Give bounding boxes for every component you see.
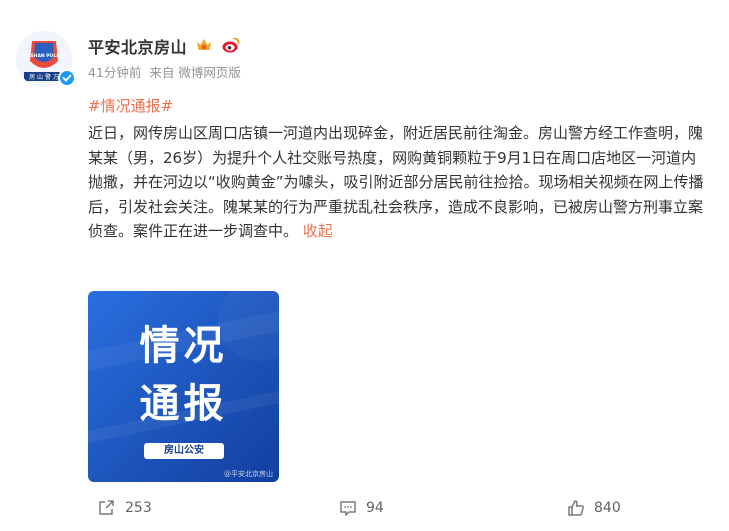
like-count: 840 [594, 500, 621, 516]
post-time[interactable]: 41分钟前 [88, 65, 141, 80]
repost-count: 253 [125, 500, 152, 516]
thumbs-up-icon [568, 500, 584, 516]
verified-badge-icon [58, 69, 76, 87]
svg-text:房 山 警 方: 房 山 警 方 [29, 73, 59, 81]
comment-count: 94 [366, 500, 384, 516]
crown-badge-icon[interactable] [195, 36, 213, 54]
hashtag-link[interactable]: #情况通报# [88, 95, 173, 116]
image-watermark: @平安北京房山 [224, 470, 273, 478]
comment-button[interactable]: 94 [338, 497, 384, 519]
svg-text:FUSHAN POLICE: FUSHAN POLICE [24, 53, 65, 59]
source-prefix: 来自 [149, 65, 175, 80]
collapse-link[interactable]: 收起 [303, 222, 333, 240]
action-bar: 253 94 840 [0, 497, 729, 519]
post-source[interactable]: 微博网页版 [178, 65, 241, 80]
comment-icon [340, 501, 356, 516]
image-title-line2: 通报 [139, 381, 228, 427]
post-content: 近日，网传房山区周口店镇一河道内出现碎金，附近居民前往淘金。房山警方经工作查明，… [88, 121, 704, 244]
image-title-line1: 情况 [139, 323, 228, 369]
post-image[interactable]: 情况 通报 房山公安 @平安北京房山 [88, 291, 279, 482]
post-meta: 41分钟前 来自 微博网页版 [88, 62, 245, 81]
author-name[interactable]: 平安北京房山 [88, 34, 187, 58]
like-button[interactable]: 840 [566, 497, 621, 519]
post-text: 近日，网传房山区周口店镇一河道内出现碎金，附近居民前往淘金。房山警方经工作查明，… [88, 124, 704, 240]
image-badge: 房山公安 [144, 443, 224, 459]
weibo-logo-icon[interactable] [221, 35, 241, 55]
repost-button[interactable]: 253 [97, 497, 152, 519]
repost-icon [99, 500, 114, 515]
